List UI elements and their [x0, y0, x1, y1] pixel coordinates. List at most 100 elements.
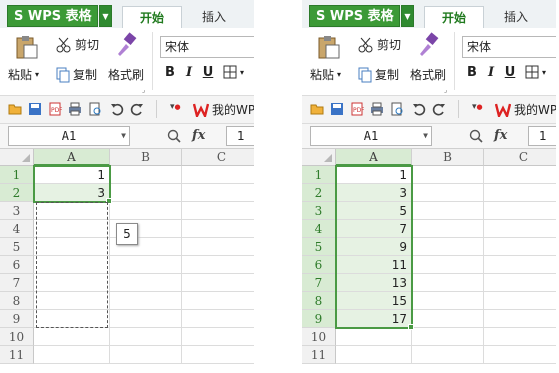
print-preview-icon[interactable]: [390, 102, 404, 116]
cell-b9[interactable]: [110, 310, 182, 328]
cell-a8[interactable]: 15: [336, 292, 412, 310]
cell-a2[interactable]: 3: [34, 184, 110, 202]
cell-b8[interactable]: [110, 292, 182, 310]
cell-b6[interactable]: [110, 256, 182, 274]
underline-button[interactable]: U: [200, 64, 216, 82]
cell-c9[interactable]: [182, 310, 254, 328]
cell-c5[interactable]: [182, 238, 254, 256]
cell-c3[interactable]: [182, 202, 254, 220]
cell-c2[interactable]: [182, 184, 254, 202]
paste-icon[interactable]: [316, 34, 342, 60]
font-name-select[interactable]: 宋体: [160, 36, 254, 58]
paste-icon[interactable]: [14, 34, 40, 60]
row-header[interactable]: 6: [302, 256, 336, 274]
customize-toolbar-icon[interactable]: ▾●: [170, 102, 181, 112]
fill-handle[interactable]: [408, 324, 414, 330]
cell-b2[interactable]: [412, 184, 484, 202]
cell-a5[interactable]: [34, 238, 110, 256]
cell-c10[interactable]: [182, 328, 254, 346]
format-painter-button[interactable]: 格式刷: [108, 66, 144, 83]
italic-button[interactable]: I: [483, 64, 499, 82]
cell-b1[interactable]: [412, 166, 484, 184]
cell-a7[interactable]: 13: [336, 274, 412, 292]
copy-button[interactable]: 复制: [358, 66, 399, 83]
borders-button[interactable]: ▾: [525, 65, 546, 79]
row-header[interactable]: 3: [0, 202, 34, 220]
name-box-dropdown-icon[interactable]: ▼: [423, 127, 428, 145]
cell-c5[interactable]: [484, 238, 556, 256]
cell-a4[interactable]: [34, 220, 110, 238]
cell-a6[interactable]: [34, 256, 110, 274]
cut-button[interactable]: 剪切: [358, 36, 401, 53]
row-header[interactable]: 4: [302, 220, 336, 238]
cell-b3[interactable]: [412, 202, 484, 220]
print-preview-icon[interactable]: [88, 102, 102, 116]
select-all-corner[interactable]: [0, 149, 34, 166]
cell-a3[interactable]: [34, 202, 110, 220]
cell-a9[interactable]: [34, 310, 110, 328]
redo-icon[interactable]: [130, 102, 144, 116]
row-header[interactable]: 3: [302, 202, 336, 220]
column-header-b[interactable]: B: [110, 149, 182, 166]
row-header[interactable]: 6: [0, 256, 34, 274]
column-header-c[interactable]: C: [484, 149, 556, 166]
cell-c1[interactable]: [484, 166, 556, 184]
cell-b3[interactable]: [110, 202, 182, 220]
cell-c4[interactable]: [484, 220, 556, 238]
cell-a5[interactable]: 9: [336, 238, 412, 256]
redo-icon[interactable]: [432, 102, 446, 116]
format-painter-icon[interactable]: [414, 32, 440, 58]
row-header[interactable]: 2: [0, 184, 34, 202]
wps-app-menu-button[interactable]: S WPS 表格: [7, 5, 98, 27]
bold-button[interactable]: B: [162, 64, 178, 82]
column-header-a[interactable]: A: [336, 149, 412, 166]
cell-a1[interactable]: 1: [34, 166, 110, 184]
cell-a1[interactable]: 1: [336, 166, 412, 184]
cell-b4[interactable]: [412, 220, 484, 238]
format-painter-icon[interactable]: [112, 32, 138, 58]
row-header[interactable]: 11: [302, 346, 336, 364]
cell-b5[interactable]: [412, 238, 484, 256]
cell-c3[interactable]: [484, 202, 556, 220]
row-header[interactable]: 4: [0, 220, 34, 238]
app-menu-dropdown-icon[interactable]: ▼: [99, 5, 112, 27]
cell-b11[interactable]: [110, 346, 182, 364]
cell-b7[interactable]: [110, 274, 182, 292]
open-folder-icon[interactable]: [8, 102, 22, 116]
cell-a4[interactable]: 7: [336, 220, 412, 238]
tab-home[interactable]: 开始: [122, 6, 182, 28]
cell-a6[interactable]: 11: [336, 256, 412, 274]
cell-c10[interactable]: [484, 328, 556, 346]
cell-c11[interactable]: [484, 346, 556, 364]
tab-home[interactable]: 开始: [424, 6, 484, 28]
cell-b11[interactable]: [412, 346, 484, 364]
bold-button[interactable]: B: [464, 64, 480, 82]
insert-function-button[interactable]: fx: [192, 128, 205, 143]
row-header[interactable]: 2: [302, 184, 336, 202]
cell-c8[interactable]: [484, 292, 556, 310]
cell-c6[interactable]: [182, 256, 254, 274]
export-pdf-icon[interactable]: PDF: [350, 102, 364, 116]
formula-input[interactable]: 1: [226, 126, 254, 146]
cell-a2[interactable]: 3: [336, 184, 412, 202]
customize-toolbar-icon[interactable]: ▾●: [472, 102, 483, 112]
row-header[interactable]: 1: [0, 166, 34, 184]
row-header[interactable]: 10: [0, 328, 34, 346]
row-header[interactable]: 8: [0, 292, 34, 310]
print-icon[interactable]: [370, 102, 384, 116]
export-pdf-icon[interactable]: PDF: [48, 102, 62, 116]
row-header[interactable]: 5: [0, 238, 34, 256]
cell-b1[interactable]: [110, 166, 182, 184]
row-header[interactable]: 10: [302, 328, 336, 346]
row-header[interactable]: 9: [0, 310, 34, 328]
select-all-corner[interactable]: [302, 149, 336, 166]
cell-b9[interactable]: [412, 310, 484, 328]
cell-b6[interactable]: [412, 256, 484, 274]
paste-button[interactable]: 粘贴 ▾: [8, 66, 39, 83]
undo-icon[interactable]: [412, 102, 426, 116]
column-header-a[interactable]: A: [34, 149, 110, 166]
cell-a7[interactable]: [34, 274, 110, 292]
save-icon[interactable]: [330, 102, 344, 116]
cell-c7[interactable]: [484, 274, 556, 292]
cell-c6[interactable]: [484, 256, 556, 274]
